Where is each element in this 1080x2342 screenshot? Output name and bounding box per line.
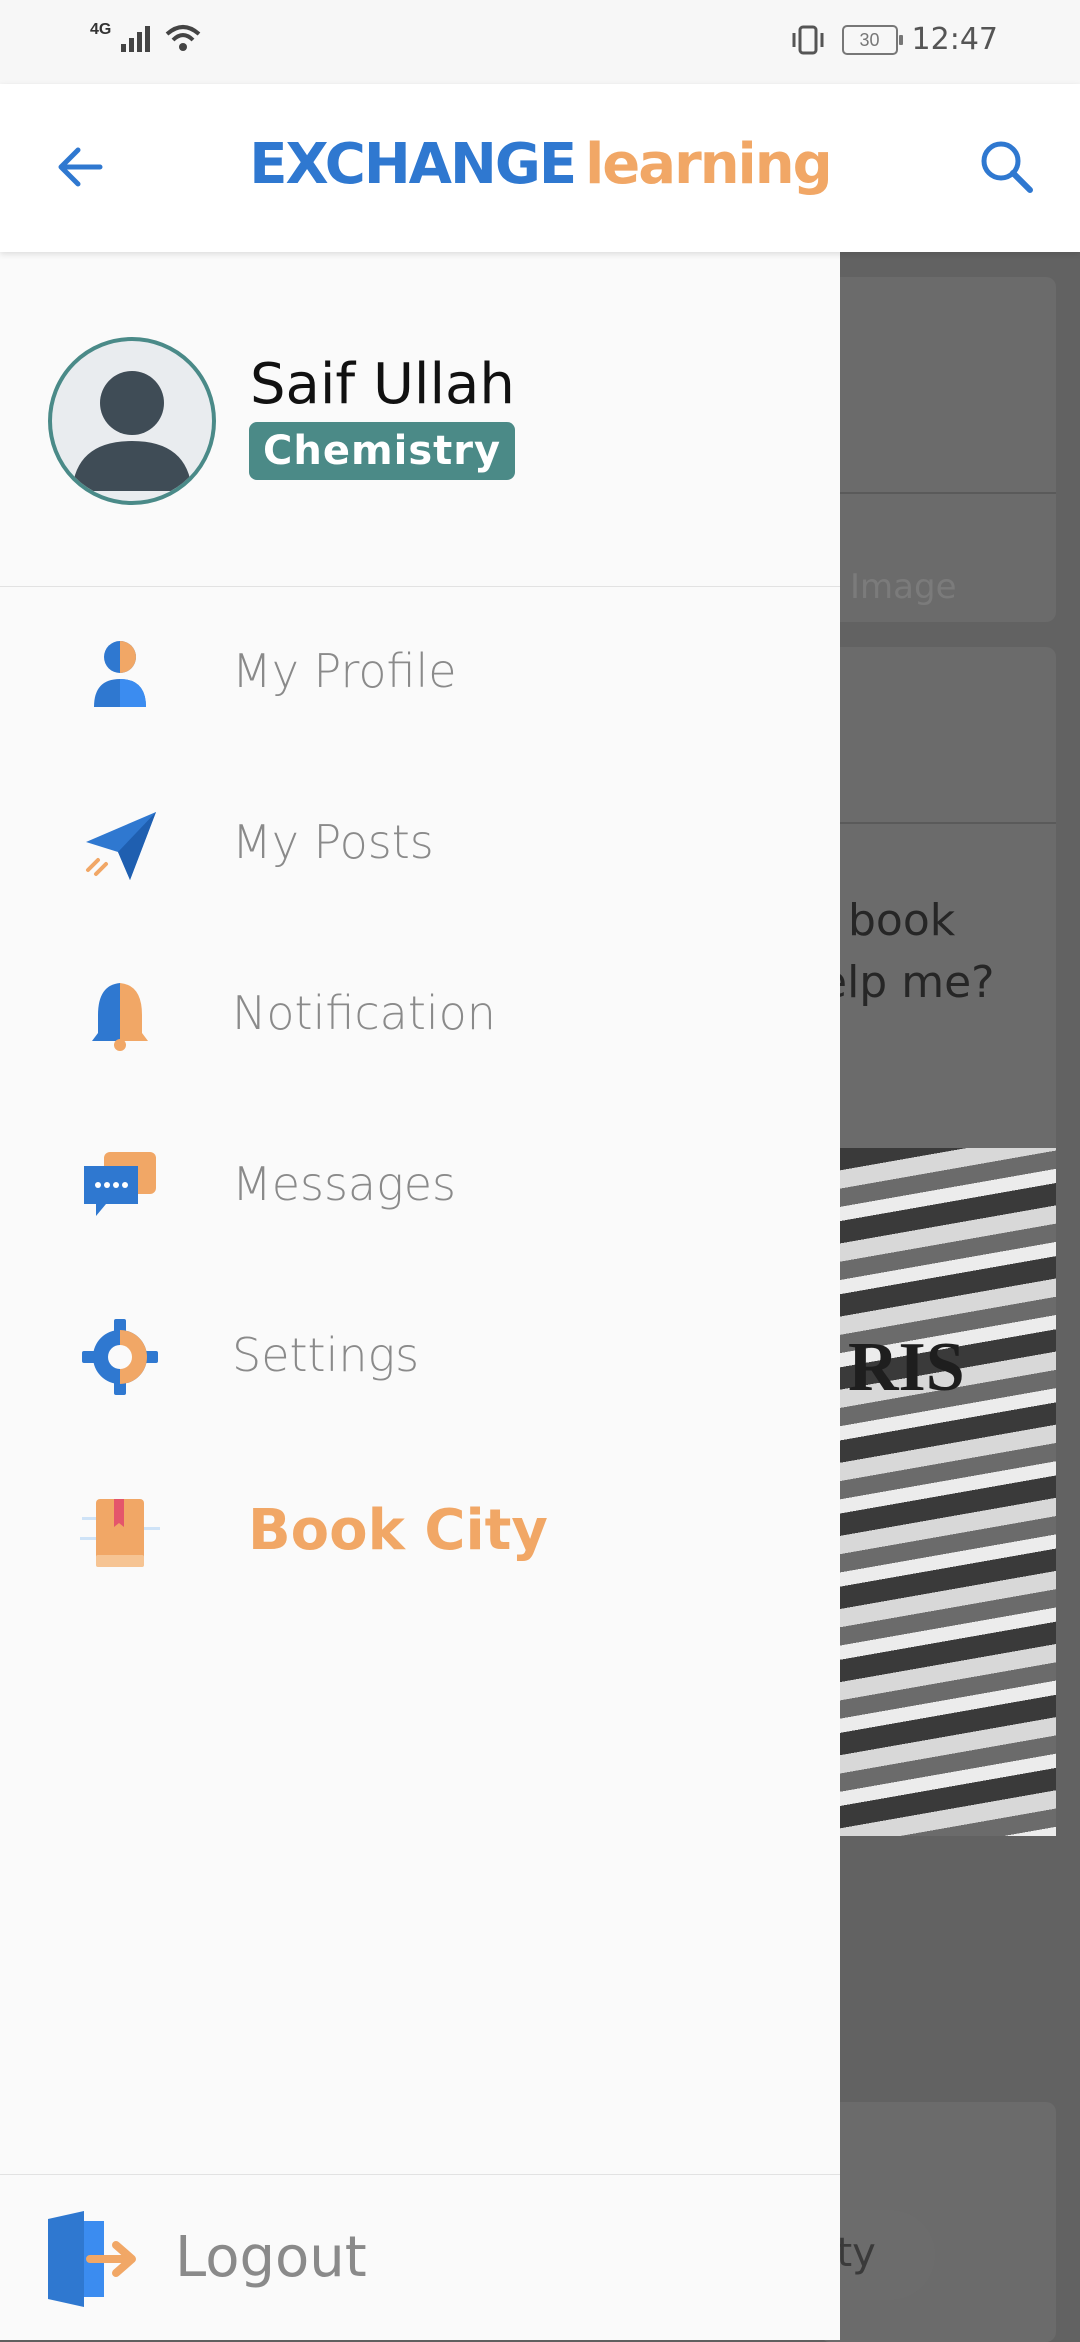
profile-icon bbox=[94, 641, 146, 707]
avatar[interactable] bbox=[48, 337, 216, 505]
menu-item-book-city[interactable]: Book City bbox=[0, 1468, 840, 1598]
menu-item-settings[interactable]: Settings bbox=[0, 1292, 840, 1422]
menu-label: Settings bbox=[232, 1328, 420, 1382]
menu-item-my-profile[interactable]: My Profile bbox=[0, 608, 840, 738]
logout-button[interactable]: Logout bbox=[0, 2174, 840, 2341]
battery-level: 30 bbox=[859, 29, 880, 50]
post-text-line1: book bbox=[848, 895, 956, 946]
subject-badge: Chemistry bbox=[249, 422, 516, 480]
logo-exchange: EXCHANGE bbox=[249, 132, 577, 197]
image-text: RIS bbox=[848, 1329, 965, 1406]
post-image: RIS bbox=[840, 1148, 1056, 1836]
post-text-line2: elp me? bbox=[820, 957, 995, 1008]
wifi-icon bbox=[166, 25, 201, 51]
paper-plane-icon bbox=[86, 812, 156, 880]
vibrate-icon bbox=[792, 25, 824, 54]
menu-label: My Profile bbox=[232, 644, 457, 698]
user-name: Saif Ullah bbox=[250, 352, 515, 417]
profile-header[interactable]: Saif Ullah Chemistry bbox=[0, 252, 840, 587]
app-bar: EXCHANGE learning bbox=[0, 84, 1080, 252]
clock: 12:47 bbox=[911, 22, 998, 57]
menu-label: Messages bbox=[232, 1157, 456, 1211]
book-icon bbox=[80, 1499, 160, 1567]
navigation-drawer: Saif Ullah Chemistry My Profile My Posts… bbox=[0, 252, 840, 2340]
battery-icon: 30 bbox=[841, 24, 903, 55]
menu-item-my-posts[interactable]: My Posts bbox=[0, 779, 840, 909]
logout-icon bbox=[48, 2211, 136, 2307]
menu-label: Book City bbox=[248, 1498, 548, 1563]
bell-icon bbox=[92, 983, 148, 1051]
search-icon[interactable] bbox=[974, 134, 1040, 200]
chat-icon bbox=[84, 1152, 156, 1216]
menu-label: Notification bbox=[232, 986, 496, 1040]
gear-icon bbox=[82, 1319, 158, 1395]
logo-learning: learning bbox=[585, 132, 833, 197]
image-hint: Image bbox=[850, 567, 957, 607]
menu-item-notification[interactable]: Notification bbox=[0, 950, 840, 1080]
menu-label: My Posts bbox=[232, 815, 434, 869]
signal-icon bbox=[121, 26, 151, 52]
network-type: 4G bbox=[90, 21, 112, 38]
logout-label: Logout bbox=[175, 2225, 367, 2290]
status-bar: 4G 30 12:47 bbox=[0, 0, 1080, 84]
menu-item-messages[interactable]: Messages bbox=[0, 1121, 840, 1251]
user-silhouette-icon bbox=[72, 371, 192, 491]
feed-card: Image bbox=[820, 277, 1056, 622]
app-logo: EXCHANGE learning bbox=[0, 132, 1080, 197]
